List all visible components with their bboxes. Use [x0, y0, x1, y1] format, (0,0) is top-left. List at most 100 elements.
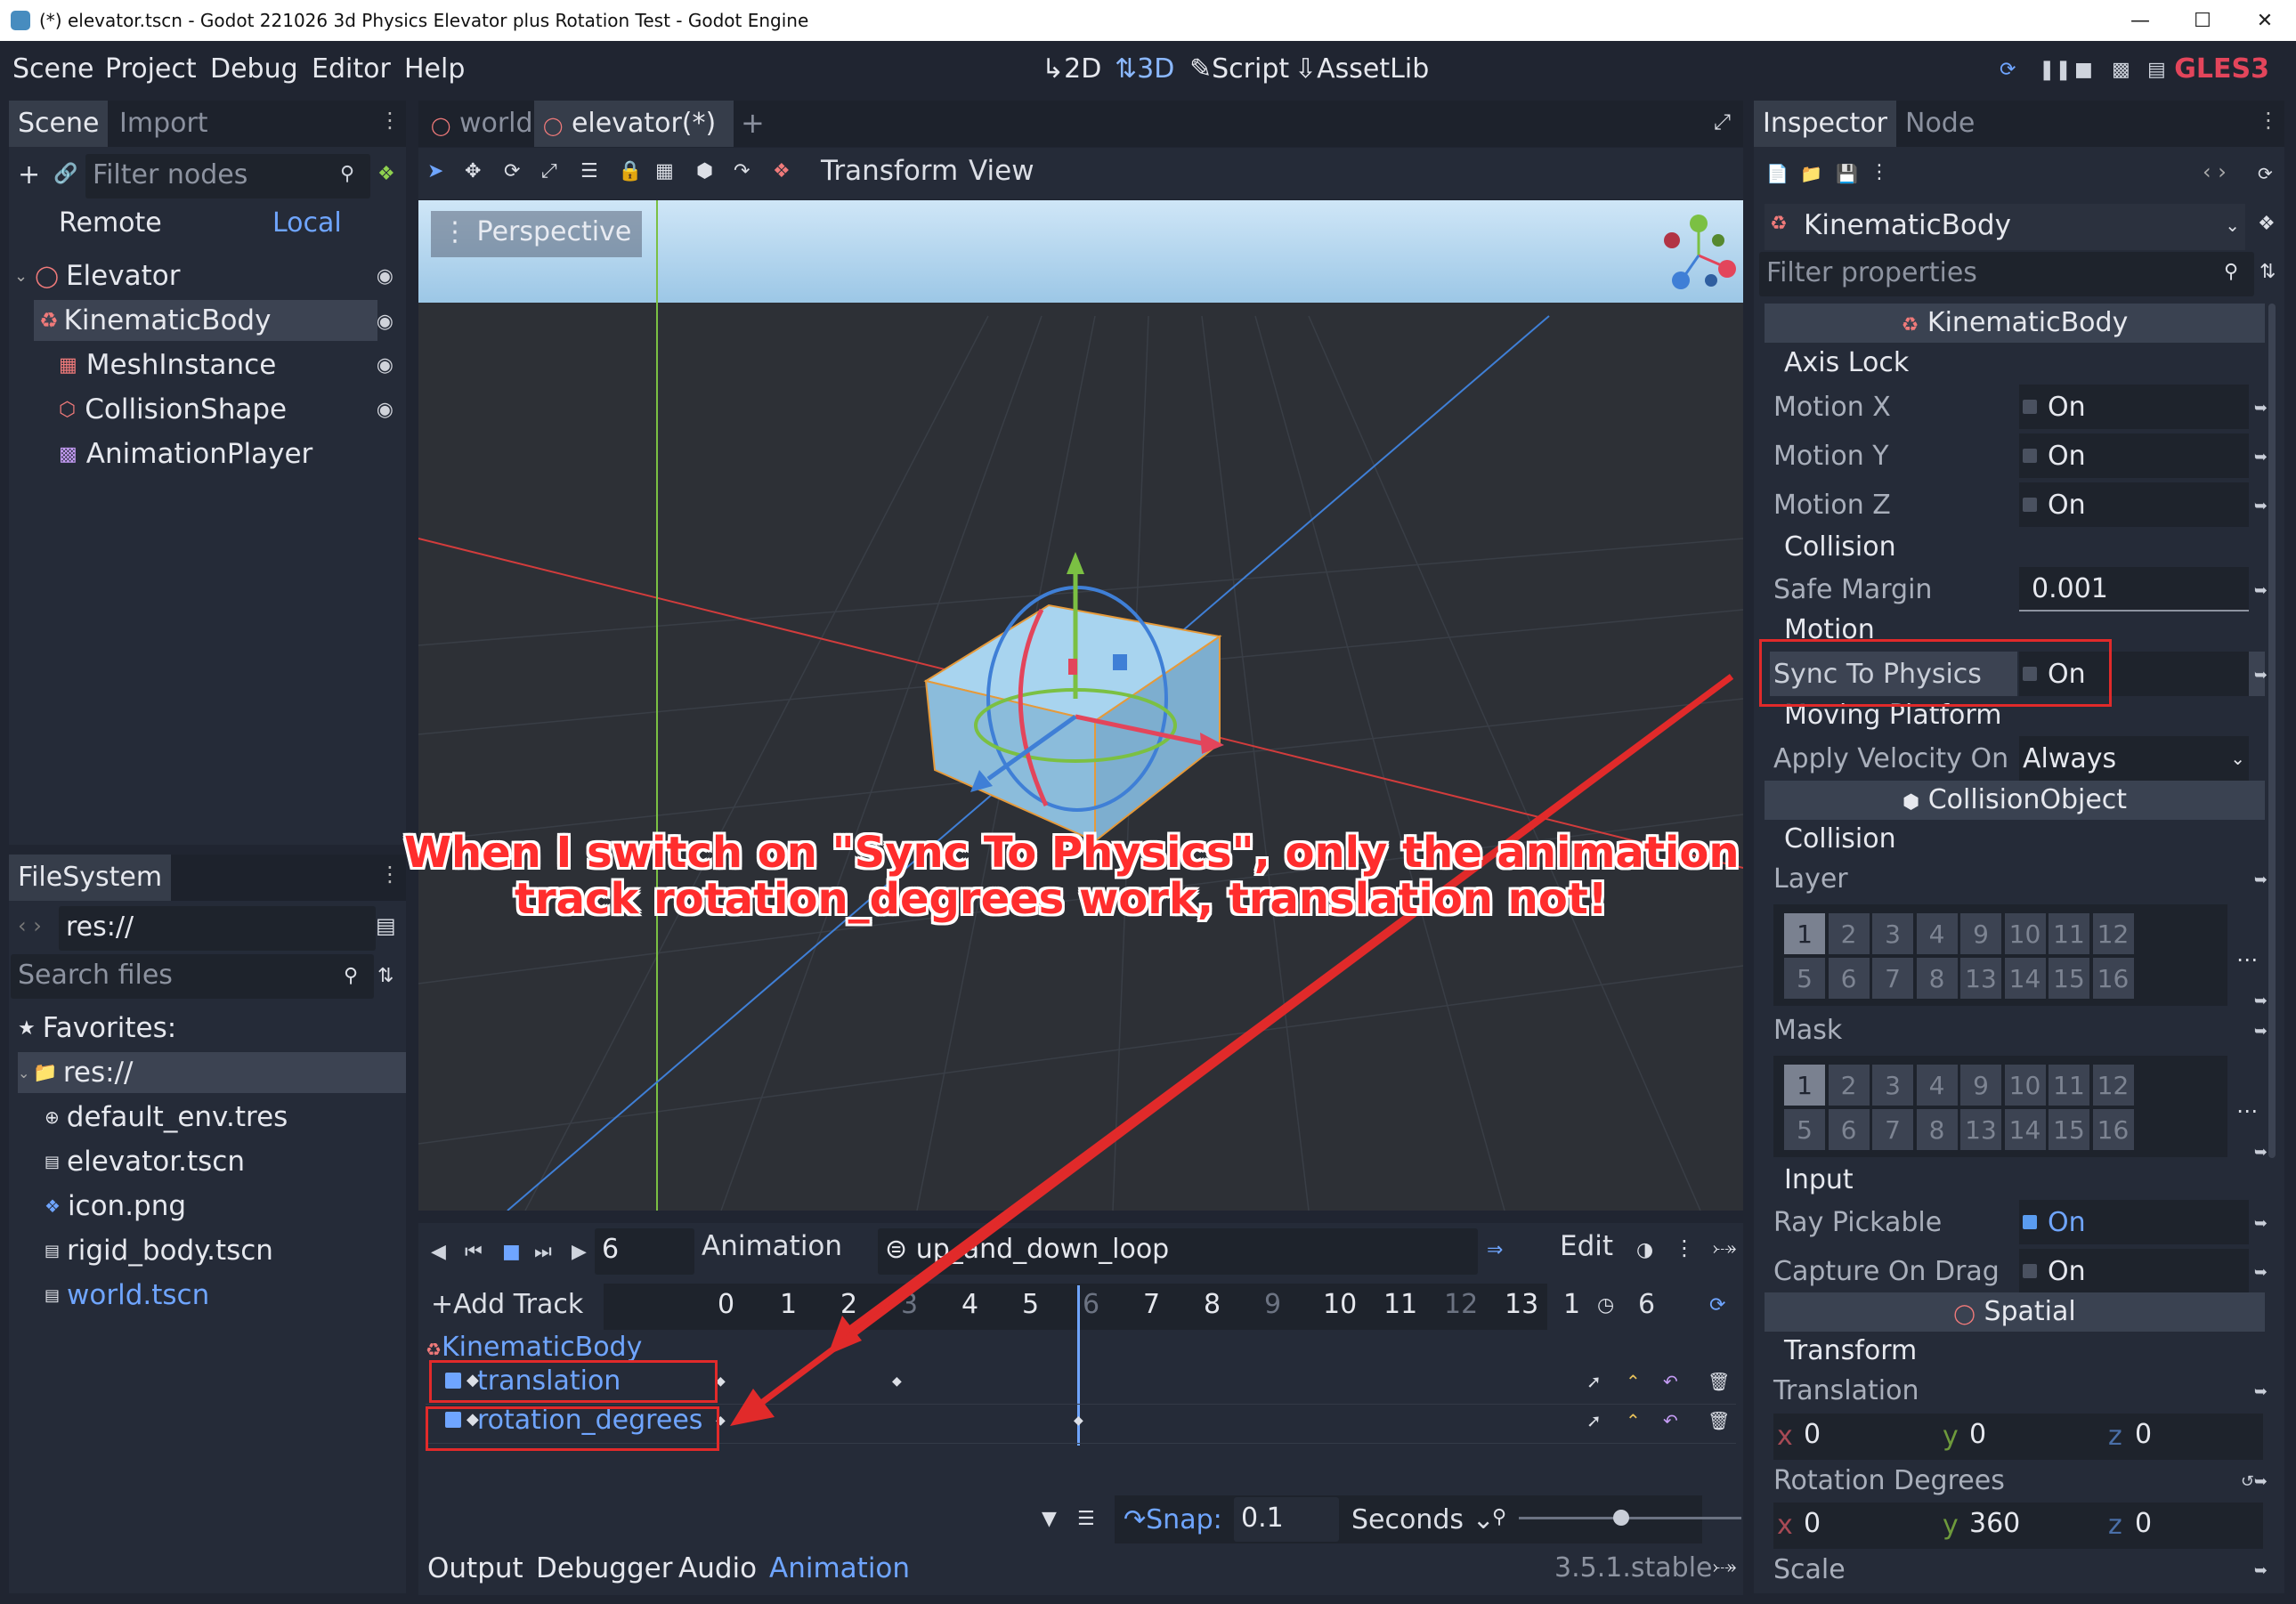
layer-bit-12[interactable]: 12 — [2092, 913, 2134, 954]
add-track-button[interactable]: +Add Track — [431, 1289, 583, 1320]
pin-bottom-icon[interactable]: ⤐ — [1713, 1556, 1736, 1578]
new-resource-icon[interactable]: 📄 — [1766, 163, 1789, 184]
group-icon[interactable]: ▦ — [655, 160, 674, 182]
tree-node-kinematicbody[interactable]: ♻ KinematicBody — [34, 300, 377, 341]
loop-icon[interactable]: ⟳ — [1709, 1294, 1725, 1316]
update-mode-icon[interactable]: ⌃ — [1626, 1371, 1641, 1392]
menu-editor[interactable]: Editor — [312, 53, 391, 85]
safe-margin-input[interactable]: 0.001 — [2019, 567, 2249, 612]
distraction-free-icon[interactable]: ⤢ — [1714, 109, 1731, 134]
animation-length[interactable]: 6 — [1638, 1289, 1655, 1320]
keyframe-icon[interactable]: ◆ — [892, 1374, 902, 1389]
tab-audio[interactable]: Audio — [678, 1552, 757, 1584]
open-folder-icon[interactable]: 📁 — [1800, 163, 1822, 184]
pause-icon[interactable]: ❚❚ — [2039, 59, 2072, 81]
key-icon[interactable]: ➥ — [2254, 581, 2268, 600]
file-default-env[interactable]: ⊕ default_env.tres — [45, 1097, 401, 1138]
track-node-kinematicbody[interactable]: ♻KinematicBody — [426, 1332, 642, 1363]
play-forward-icon[interactable]: ▶ — [572, 1241, 587, 1263]
play-icon[interactable]: ⟳ — [2000, 59, 2016, 81]
menu-project[interactable]: Project — [105, 53, 197, 85]
translation-y-input[interactable]: 0 — [1969, 1419, 1986, 1450]
tab-import[interactable]: Import — [110, 101, 217, 147]
layer-bit-4[interactable]: 4 — [1916, 913, 1958, 954]
mask-bit-6[interactable]: 6 — [1828, 1109, 1870, 1150]
layer-bit-13[interactable]: 13 — [1960, 958, 2001, 999]
perspective-menu[interactable]: ⋮ Perspective — [431, 211, 643, 257]
layer-bit-2[interactable]: 2 — [1828, 913, 1870, 954]
favorites-row[interactable]: ★ Favorites: — [18, 1008, 401, 1049]
rotation-y-input[interactable]: 360 — [1969, 1508, 2020, 1539]
motion-y-checkbox[interactable]: On — [2019, 433, 2249, 478]
play-custom-icon[interactable]: ▤ — [2147, 59, 2166, 81]
new-tab-icon[interactable]: + — [741, 106, 765, 140]
mask-bit-14[interactable]: 14 — [2004, 1109, 2046, 1150]
mask-bit-4[interactable]: 4 — [1916, 1065, 1958, 1106]
play-scene-icon[interactable]: ▩ — [2112, 59, 2130, 81]
keyframe-icon[interactable]: ◆ — [1074, 1414, 1083, 1428]
filter-properties-input[interactable]: Filter properties — [1759, 252, 2254, 296]
lock-icon[interactable]: 🔒 — [618, 160, 642, 182]
layer-bit-3[interactable]: 3 — [1872, 913, 1913, 954]
revert-and-key-icon[interactable]: ↺➥ — [2241, 1472, 2268, 1491]
key-icon[interactable]: ➥ — [2254, 992, 2268, 1010]
ray-pickable-checkbox[interactable]: On — [2019, 1200, 2249, 1244]
layer-bit-11[interactable]: 11 — [2049, 913, 2089, 954]
menu-scene[interactable]: Scene — [12, 53, 93, 85]
apply-velocity-select[interactable]: Always ⌄ — [2019, 736, 2249, 781]
mask-bit-7[interactable]: 7 — [1872, 1109, 1913, 1150]
file-elevator-tscn[interactable]: ▤ elevator.tscn — [45, 1141, 401, 1182]
tab-elevator[interactable]: ◯ elevator(*) ✕ — [534, 101, 734, 168]
workspace-2d-button[interactable]: ↳2D — [1042, 53, 1101, 85]
capture-on-drag-checkbox[interactable]: On — [2019, 1249, 2249, 1293]
workspace-script-button[interactable]: ✎Script — [1189, 53, 1289, 85]
group-collision-layers[interactable]: Collision — [1784, 823, 1896, 855]
layer-bit-7[interactable]: 7 — [1872, 958, 1913, 999]
close-window-icon[interactable]: ✕ — [2234, 0, 2296, 41]
move-tool-icon[interactable]: ✥ — [465, 160, 481, 182]
key-icon[interactable]: ➥ — [2254, 1143, 2268, 1162]
mask-bit-8[interactable]: 8 — [1916, 1109, 1958, 1150]
section-spatial[interactable]: ◯ Spatial — [1765, 1292, 2265, 1332]
mask-bit-16[interactable]: 16 — [2092, 1109, 2134, 1150]
scale-tool-icon[interactable]: ⤢ — [541, 160, 557, 182]
sort-icon[interactable]: ⇅ — [377, 965, 393, 987]
stop-animation-icon[interactable]: ■ — [502, 1241, 521, 1263]
key-icon[interactable]: ➥ — [2254, 666, 2268, 685]
file-rigid-body-tscn[interactable]: ▤ rigid_body.tscn — [45, 1230, 401, 1271]
snap-icon[interactable]: ↷ — [734, 160, 750, 182]
key-icon[interactable]: ➥ — [2254, 1022, 2268, 1041]
track-list-icon[interactable]: ☰ — [1077, 1508, 1095, 1530]
key-icon[interactable]: ➥ — [2254, 1561, 2268, 1580]
layer-bit-14[interactable]: 14 — [2004, 958, 2046, 999]
snap-toggle[interactable]: ↷Snap: — [1124, 1504, 1222, 1535]
section-collisionobject[interactable]: ⬢ CollisionObject — [1765, 781, 2265, 820]
layer-bit-8[interactable]: 8 — [1916, 958, 1958, 999]
renderer-label[interactable]: GLES3 — [2174, 53, 2269, 85]
scene-dock-menu-icon[interactable]: ⋮ — [379, 108, 401, 133]
group-input[interactable]: Input — [1784, 1164, 1854, 1195]
mask-bit-3[interactable]: 3 — [1872, 1065, 1913, 1106]
link-icon[interactable]: 🔗 — [53, 163, 77, 185]
transform-menu[interactable]: Transform — [821, 155, 958, 187]
visibility-eye-icon[interactable]: ◉ — [377, 311, 393, 333]
tab-debugger[interactable]: Debugger — [536, 1552, 672, 1584]
visibility-eye-icon[interactable]: ◉ — [377, 354, 393, 377]
layer-bit-5[interactable]: 5 — [1784, 958, 1825, 999]
object-selector[interactable]: ♻ KinematicBody ⌄ — [1765, 204, 2245, 250]
workspace-assetlib-button[interactable]: ⇩AssetLib — [1294, 53, 1429, 85]
local-space-icon[interactable]: ⬢ — [696, 160, 713, 182]
split-view-icon[interactable]: ▤ — [376, 913, 396, 938]
mask-bit-15[interactable]: 15 — [2049, 1109, 2089, 1150]
file-icon-png[interactable]: ❖ icon.png — [45, 1186, 401, 1227]
loop-wrap-icon[interactable]: ↶ — [1663, 1371, 1678, 1392]
filter-tracks-icon[interactable]: ▼ — [1042, 1508, 1057, 1530]
camera-icon[interactable]: ❖ — [773, 160, 791, 182]
history-nav-icon[interactable]: ‹ › — [2203, 159, 2227, 184]
remote-toggle[interactable]: Remote — [59, 207, 162, 239]
tab-scene[interactable]: Scene — [9, 101, 109, 147]
3d-viewport[interactable]: ⋮ Perspective — [418, 200, 1743, 1211]
inspector-scrollbar[interactable] — [2268, 304, 2276, 1158]
section-kinematicbody[interactable]: ♻ KinematicBody — [1765, 304, 2265, 343]
tab-inspector[interactable]: Inspector — [1754, 101, 1896, 147]
